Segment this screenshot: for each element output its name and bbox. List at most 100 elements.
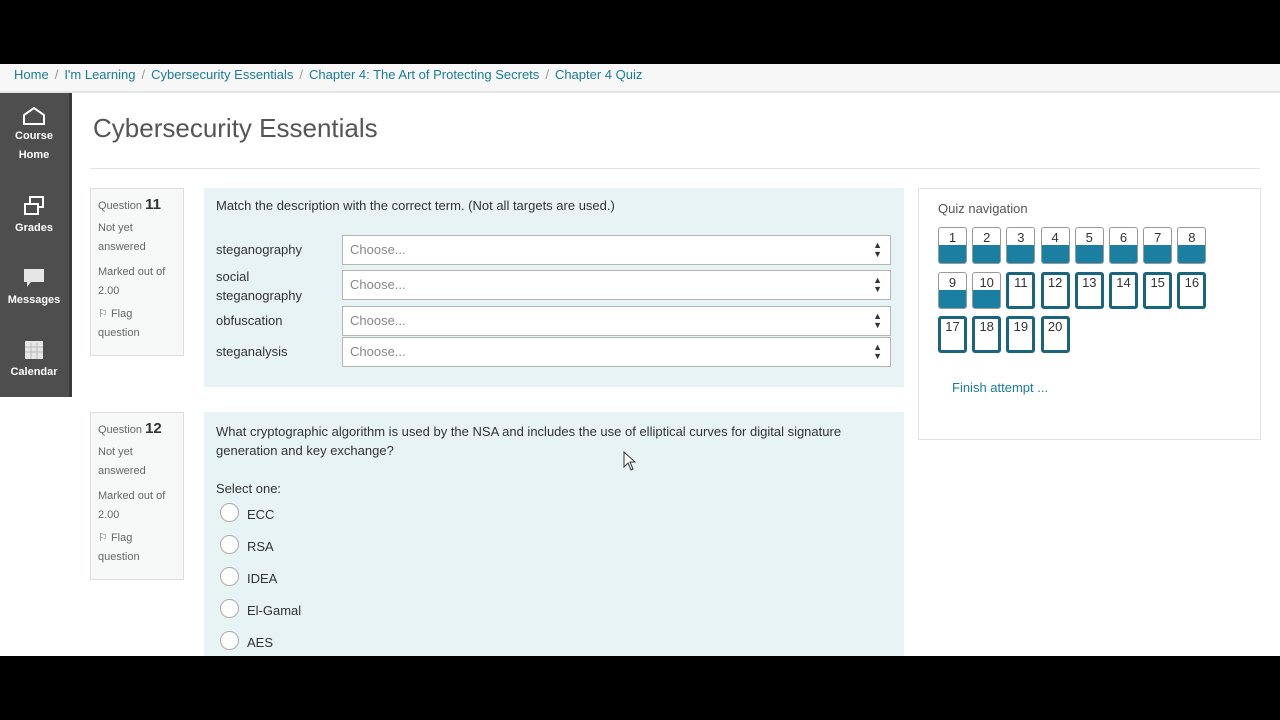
match-row: social steganography Choose... ▲ ▼ (216, 269, 892, 303)
answered-indicator (973, 289, 1001, 308)
question-number-label: 16 (1184, 274, 1200, 290)
radio-button[interactable] (220, 631, 239, 650)
page-title: Cybersecurity Essentials (93, 113, 378, 143)
breadcrumb-im-learning[interactable]: I'm Learning (64, 67, 135, 82)
select-arrows-icon: ▲ ▼ (873, 342, 882, 361)
breadcrumb-separator: / (54, 67, 59, 82)
quiz-nav-question-button[interactable]: 18 (972, 316, 1002, 353)
mouse-cursor-icon (623, 451, 637, 471)
question-number-label: 12 (1047, 274, 1063, 290)
question-number-label: 6 (1119, 230, 1128, 245)
match-select[interactable]: Choose... ▲ ▼ (342, 235, 891, 265)
question-text: What cryptographic algorithm is used by … (216, 424, 842, 458)
flag-question-button[interactable]: ⚐ Flag question (98, 305, 176, 343)
question-status: Not yet answered (98, 222, 146, 253)
quiz-nav-question-button[interactable]: 10 (972, 271, 1002, 309)
quiz-nav-question-button[interactable]: 6 (1109, 227, 1138, 264)
answered-indicator (1041, 245, 1069, 263)
match-term: steganalysis (216, 344, 288, 359)
breadcrumb: Home / I'm Learning / Cybersecurity Essentia… (14, 67, 642, 82)
quiz-nav-question-button[interactable]: 20 (1040, 316, 1070, 353)
breadcrumb-separator: / (141, 67, 146, 82)
question-number-label: 5 (1085, 230, 1093, 245)
question-number-label: 8 (1188, 230, 1196, 245)
question-number-label: 7 (1154, 230, 1162, 245)
question-number: Question 11 (98, 196, 161, 213)
quiz-navigation-title: Quiz navigation (938, 201, 1028, 216)
question-number-label: 9 (948, 274, 957, 290)
question-number-label: 14 (1116, 274, 1131, 290)
match-select[interactable]: Choose... ▲ ▼ (342, 337, 891, 367)
match-row: steganalysis Choose... ▲ ▼ (216, 337, 892, 367)
flag-icon: ⚐ (98, 308, 108, 320)
answered-indicator (973, 245, 1001, 263)
screen: Home / I'm Learning / Cybersecurity Essentia… (0, 64, 1280, 656)
sidebar-item-calendar[interactable]: Calendar (0, 339, 68, 382)
radio-button[interactable] (220, 535, 239, 554)
question-number-label: 18 (979, 319, 994, 334)
quiz-nav-question-button[interactable]: 19 (1006, 316, 1036, 353)
breadcrumb-chapter[interactable]: Chapter 4: The Art of Protecting Secrets (309, 67, 539, 82)
finish-attempt-link[interactable]: Finish attempt ... (952, 380, 1048, 395)
quiz-nav-question-button[interactable]: 14 (1109, 271, 1138, 309)
sidebar-item-label: Grades (15, 222, 53, 234)
match-row: steganography Choose... ▲ ▼ (216, 235, 892, 265)
question-number-label: 17 (945, 319, 960, 334)
question-number-label: 19 (1013, 319, 1029, 334)
calendar-icon (25, 341, 43, 359)
select-one-prompt: Select one: (216, 481, 282, 496)
grades-icon (24, 196, 44, 215)
breadcrumb-course[interactable]: Cybersecurity Essentials (151, 67, 293, 82)
question-info-12: Question 12 Not yet answered Marked out o… (90, 412, 184, 580)
breadcrumb-quiz[interactable]: Chapter 4 Quiz (555, 67, 642, 82)
match-term: steganography (216, 242, 303, 257)
quiz-nav-question-button[interactable]: 4 (1040, 227, 1070, 264)
match-term: social steganography (216, 269, 303, 303)
answered-indicator (939, 245, 966, 263)
breadcrumb-home[interactable]: Home (14, 67, 49, 82)
question-content-12: What cryptographic algorithm is used by … (204, 412, 904, 656)
quiz-nav-question-button[interactable]: 16 (1177, 271, 1207, 309)
question-number-label: 4 (1051, 230, 1059, 245)
quiz-nav-question-button[interactable]: 13 (1074, 271, 1104, 309)
radio-button[interactable] (220, 599, 239, 618)
sidebar-item-label: Messages (7, 294, 61, 306)
quiz-nav-question-button[interactable]: 9 (938, 271, 967, 309)
match-select[interactable]: Choose... ▲ ▼ (342, 270, 891, 300)
quiz-nav-question-button[interactable]: 15 (1143, 271, 1173, 309)
quiz-nav-question-button[interactable]: 3 (1006, 227, 1036, 264)
quiz-nav-question-button[interactable]: 7 (1143, 227, 1173, 264)
radio-button[interactable] (220, 567, 239, 586)
divider (90, 168, 1260, 169)
sidebar-item-grades[interactable]: Grades (0, 195, 68, 238)
quiz-nav-question-button[interactable]: 2 (972, 227, 1002, 264)
quiz-nav-question-button[interactable]: 17 (938, 316, 967, 353)
sidebar-item-course-home[interactable]: Course Home (0, 107, 68, 165)
question-status: Not yet answered (98, 446, 146, 477)
messages-icon (24, 269, 44, 287)
match-select[interactable]: Choose... ▲ ▼ (342, 306, 891, 336)
quiz-nav-question-button[interactable]: 12 (1040, 271, 1070, 309)
flag-question-button[interactable]: ⚐ Flag question (98, 529, 176, 567)
quiz-nav-question-button[interactable]: 8 (1177, 227, 1207, 264)
answered-indicator (939, 289, 966, 308)
sidebar-item-label: Home (18, 149, 50, 161)
question-number-label: 11 (1014, 274, 1028, 290)
match-term: obfuscation (216, 313, 283, 328)
sidebar-item-label: Course (15, 130, 53, 142)
question-number-label: 13 (1082, 274, 1097, 290)
sidebar-item-messages[interactable]: Messages (0, 267, 68, 310)
top-bar: Home / I'm Learning / Cybersecurity Essentia… (0, 64, 1280, 93)
match-row: obfuscation Choose... ▲ ▼ (216, 306, 892, 336)
question-number-label: 20 (1047, 319, 1063, 334)
radio-button[interactable] (220, 503, 239, 522)
flag-icon: ⚐ (98, 532, 108, 544)
breadcrumb-separator: / (299, 67, 304, 82)
quiz-nav-question-button[interactable]: 1 (938, 227, 967, 264)
select-arrows-icon: ▲ ▼ (873, 311, 882, 330)
answered-indicator (1007, 245, 1035, 263)
question-text: Match the description with the correct t… (216, 198, 615, 213)
question-marks: Marked out of 2.00 (98, 490, 166, 521)
quiz-nav-question-button[interactable]: 5 (1074, 227, 1104, 264)
quiz-nav-question-button[interactable]: 11 (1006, 271, 1036, 309)
